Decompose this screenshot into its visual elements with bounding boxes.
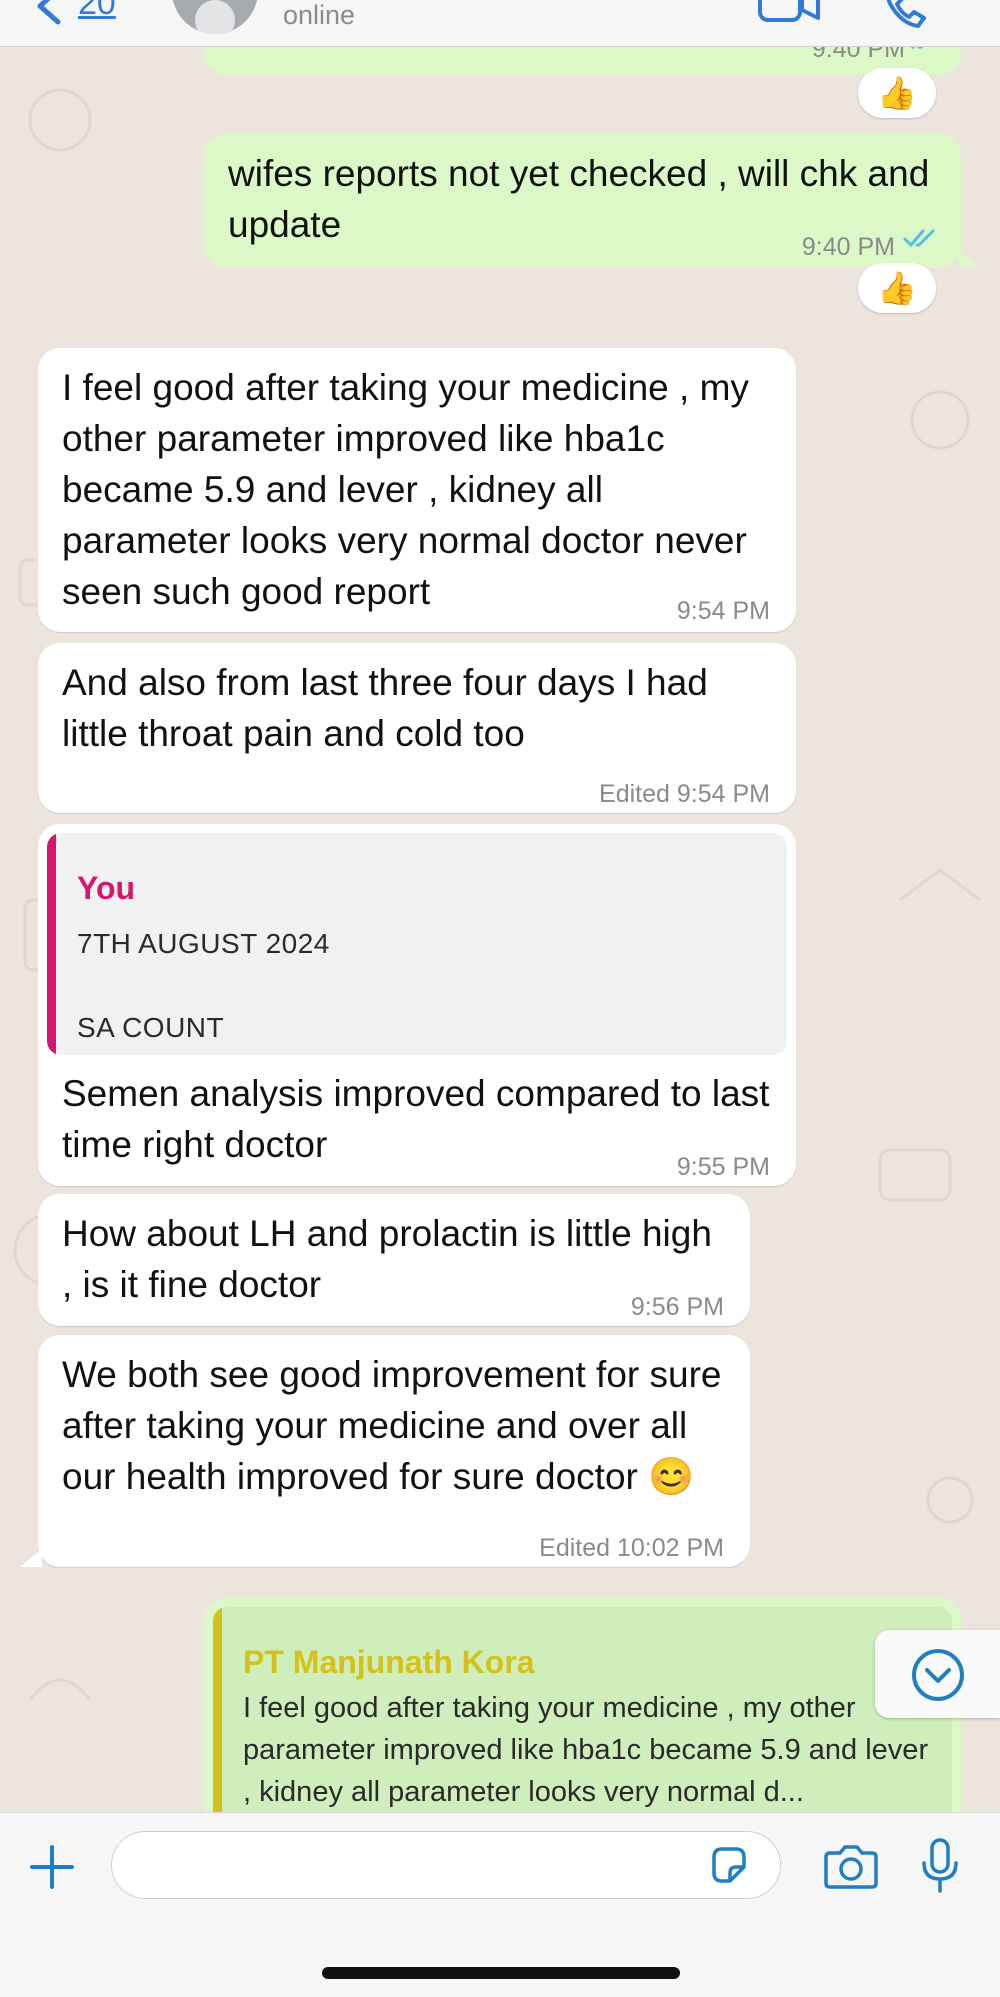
reaction-badge[interactable]: 👍 [858,68,936,118]
message-composer [0,1812,1000,1997]
message-bubble-incoming[interactable]: And also from last three four days I had… [38,643,796,813]
sticker-icon[interactable] [708,1845,750,1887]
quote-text: I feel good after taking your medicine ,… [243,1692,929,1808]
edited-label: Edited [599,780,670,808]
message-time-value: 9:54 PM [676,780,770,808]
message-text: We both see good improvement for sure af… [62,1354,722,1497]
message-text: I feel good after taking your medicine ,… [62,367,749,612]
quote-text: 7TH AUGUST 2024 [77,928,330,959]
message-time-value: 10:02 PM [616,1534,724,1562]
message-bubble-outgoing[interactable]: wifes reports not yet checked , will chk… [204,134,961,268]
quote-author: You [77,870,136,906]
camera-icon[interactable] [822,1843,880,1891]
chat-header: 20 online [0,0,1000,47]
message-time: 9:55 PM [676,1153,770,1181]
bubble-tail [20,1549,42,1567]
video-call-icon[interactable] [756,0,822,32]
quote-accent-bar [47,833,56,1055]
message-time: Edited 9:54 PM [599,769,770,820]
message-time: 9:56 PM [630,1293,724,1321]
reaction-badge[interactable]: 👍 [858,263,936,313]
read-receipt-icon [903,229,935,248]
quote-text: SA COUNT [77,1012,225,1043]
message-time: Edited 10:02 PM [539,1523,724,1574]
quoted-message[interactable]: You 7TH AUGUST 2024 SA COUNT [47,833,787,1055]
contact-avatar[interactable] [172,0,258,34]
message-bubble-incoming[interactable]: We both see good improvement for sure af… [38,1335,750,1567]
message-time: 9:54 PM [676,597,770,625]
microphone-icon[interactable] [920,1837,960,1895]
contact-status: online [283,0,356,30]
home-indicator [322,1967,680,1979]
message-bubble-incoming[interactable]: You 7TH AUGUST 2024 SA COUNT Semen analy… [38,824,796,1186]
bubble-tail [958,250,980,268]
message-text: Semen analysis improved compared to last… [62,1073,770,1165]
scroll-to-bottom-button[interactable] [875,1630,1000,1718]
unread-count[interactable]: 20 [78,0,116,23]
back-chevron-icon[interactable] [30,0,70,26]
edited-label: Edited [539,1534,611,1562]
chevron-down-circle-icon [912,1649,964,1701]
message-input[interactable] [111,1831,781,1899]
message-bubble-incoming[interactable]: How about LH and prolactin is little hig… [38,1194,750,1326]
quote-author: PT Manjunath Kora [243,1644,535,1680]
plus-icon[interactable] [28,1843,76,1891]
message-bubble-incoming[interactable]: I feel good after taking your medicine ,… [38,348,796,632]
message-text: And also from last three four days I had… [62,662,708,754]
message-text: How about LH and prolactin is little hig… [62,1213,712,1305]
phone-call-icon[interactable] [880,0,930,32]
